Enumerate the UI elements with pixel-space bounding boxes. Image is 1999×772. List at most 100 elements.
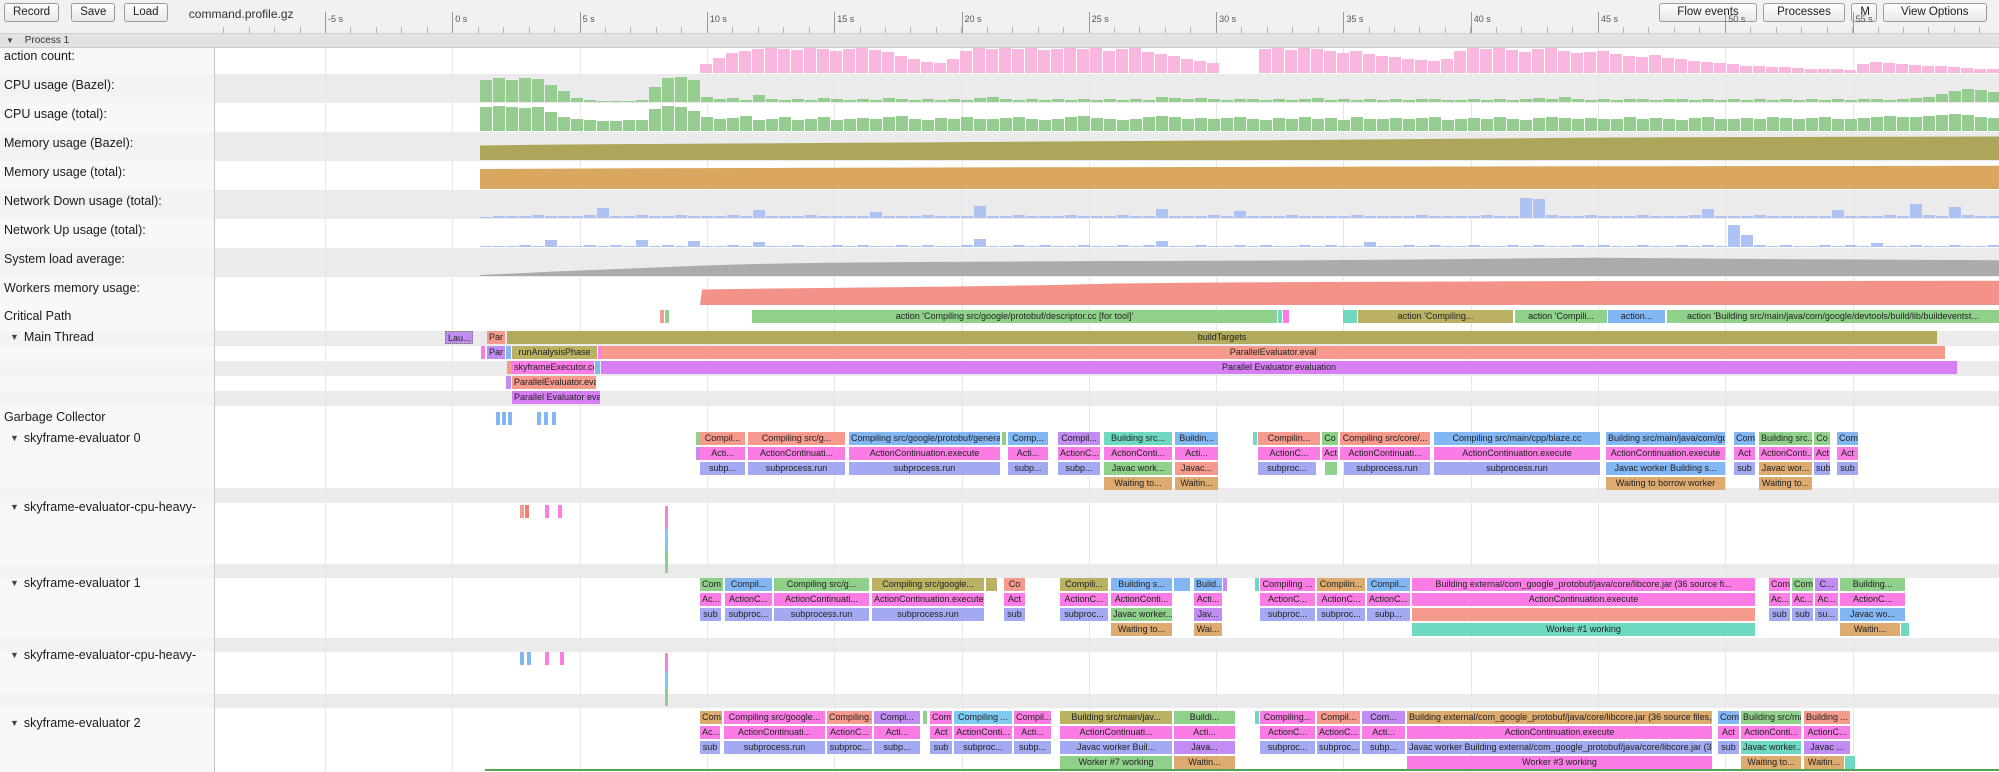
trace-block[interactable] [1343,310,1357,323]
trace-block[interactable]: Waitin... [1174,756,1235,769]
trace-block[interactable]: Compil... [725,578,772,591]
trace-block[interactable]: sub [1769,608,1790,621]
trace-block[interactable] [558,505,562,518]
trace-block[interactable] [502,412,506,425]
trace-block[interactable] [481,346,485,359]
trace-block[interactable]: ActionC... [1258,447,1320,460]
trace-block[interactable]: sub [1814,462,1830,475]
trace-block[interactable]: action 'Compili... [1515,310,1607,323]
trace-block[interactable] [660,310,664,323]
trace-block[interactable]: Com [700,711,722,724]
trace-block[interactable] [1253,432,1257,445]
trace-block[interactable]: sub [1837,462,1858,475]
trace-block[interactable]: ActionC... [1260,593,1315,606]
trace-block[interactable]: sub [1734,462,1755,475]
trace-block[interactable]: ActionContinuation.execute [849,447,1000,460]
trace-block[interactable]: ParallelEvaluator.eval [512,376,596,389]
trace-block[interactable] [552,412,556,425]
trace-block[interactable]: Co [1004,578,1025,591]
trace-block[interactable]: Building ... [1804,711,1850,724]
track-group-label[interactable]: ▼skyframe-evaluator-cpu-heavy- [10,500,196,514]
trace-block[interactable] [1283,310,1289,323]
trace-block[interactable]: ActionC... [1317,593,1365,606]
trace-block[interactable]: Waiting to... [1741,756,1801,769]
trace-block[interactable]: Comp... [1008,432,1048,445]
trace-block[interactable]: Act [930,726,952,739]
trace-block[interactable] [506,346,511,359]
trace-block[interactable] [545,505,549,518]
trace-block[interactable]: action... [1608,310,1665,323]
trace-block[interactable]: ActionC... [827,726,872,739]
trace-marker[interactable] [665,689,668,706]
trace-block[interactable]: Com [700,578,723,591]
trace-block[interactable]: Acti... [1362,726,1405,739]
trace-block[interactable]: Ac... [700,726,720,739]
trace-block[interactable]: ActionC... [1804,726,1850,739]
trace-block[interactable]: Building... [1840,578,1905,591]
trace-block[interactable]: Javac worker Buil... [1060,741,1172,754]
trace-block[interactable]: ActionContinuation.execute [872,593,984,606]
process-header[interactable]: ▼ Process 1 [0,33,1999,48]
trace-block[interactable]: Worker #7 working [1060,756,1172,769]
trace-block[interactable] [1223,578,1227,591]
trace-block[interactable]: sub [1792,608,1813,621]
trace-block[interactable]: su... [1815,608,1838,621]
trace-block[interactable]: ActionC... [725,593,772,606]
trace-block[interactable]: Act [1322,447,1338,460]
trace-block[interactable]: subprocess.run [1434,462,1600,475]
trace-block[interactable]: Buildin... [1175,432,1218,445]
trace-block[interactable] [520,652,524,665]
trace-block[interactable]: ActionConti... [1759,447,1812,460]
trace-block[interactable]: Waiting to... [1759,477,1812,490]
trace-block[interactable]: Lau... [445,331,473,344]
trace-block[interactable]: Ac... [1769,593,1790,606]
trace-block[interactable]: Com [1837,432,1858,445]
trace-block[interactable]: Ac... [1792,593,1813,606]
expander-arrow-icon[interactable]: ▼ [10,502,19,512]
trace-block[interactable]: Compiling src/core/... [1340,432,1430,445]
trace-block[interactable]: Acti... [700,447,745,460]
trace-block[interactable]: subp... [1008,462,1048,475]
trace-block[interactable] [1255,578,1259,591]
trace-block[interactable]: Compiling src/main/cpp/blaze.cc [1434,432,1600,445]
trace-block[interactable]: Co [1322,432,1338,445]
trace-marker[interactable] [665,529,668,551]
trace-block[interactable]: Act [1734,447,1755,460]
trace-block[interactable] [923,711,927,724]
trace-block[interactable]: subp... [1014,741,1051,754]
trace-block[interactable]: Par [487,346,505,359]
trace-block[interactable]: Wai... [1194,623,1222,636]
trace-block[interactable] [595,361,600,374]
trace-block[interactable]: subprocess.run [849,462,1000,475]
trace-block[interactable]: action 'Compiling... [1358,310,1513,323]
trace-block[interactable]: sub [1004,608,1025,621]
trace-block[interactable]: Com... [1362,711,1405,724]
trace-block[interactable]: Java... [1174,741,1235,754]
trace-block[interactable]: subprocess.run [748,462,845,475]
trace-block[interactable]: action 'Building src/main/java/com/googl… [1667,310,1999,323]
trace-block[interactable]: ActionConti... [1104,447,1172,460]
trace-block[interactable]: subproc... [1317,608,1365,621]
trace-block[interactable]: Building s... [1111,578,1172,591]
track-group-label[interactable]: ▼skyframe-evaluator 0 [10,431,141,445]
trace-block[interactable]: Compil... [700,432,745,445]
trace-block[interactable] [506,376,511,389]
trace-block[interactable]: Compiling ... [1260,578,1315,591]
trace-block[interactable]: Acti... [1175,447,1218,460]
trace-block[interactable]: Waiting to... [1104,477,1172,490]
trace-block[interactable]: Compili... [1060,578,1108,591]
trace-block[interactable]: Compil... [1317,711,1360,724]
trace-block[interactable]: Compiling ... [954,711,1012,724]
trace-block[interactable]: buildTargets [507,331,1937,344]
expander-arrow-icon[interactable]: ▼ [10,332,19,342]
trace-block[interactable]: runAnalysisPhase [512,346,597,359]
trace-block[interactable]: ActionConti... [1111,593,1172,606]
trace-block[interactable] [520,505,524,518]
trace-block[interactable]: sub [1718,741,1739,754]
trace-block[interactable]: Waitin... [1804,756,1844,769]
trace-block[interactable]: Javac... [1175,462,1218,475]
trace-block[interactable]: action 'Compiling src/google/protobuf/de… [752,310,1277,323]
trace-block[interactable]: ActionConti... [954,726,1012,739]
trace-block[interactable]: Javac work... [1104,462,1172,475]
track-group-label[interactable]: ▼skyframe-evaluator 1 [10,576,141,590]
